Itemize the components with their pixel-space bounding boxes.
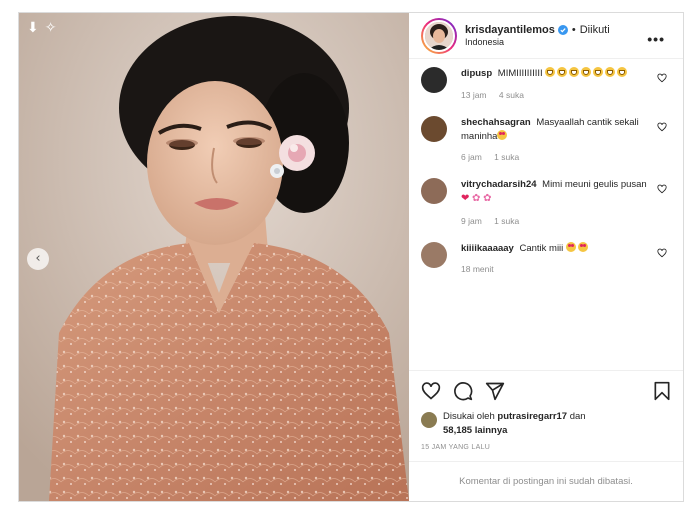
author-username[interactable]: krisdayantilemos <box>465 24 555 37</box>
comment-avatar[interactable] <box>421 67 447 93</box>
comment-time[interactable]: 6 jam <box>461 152 482 162</box>
post-sidebar: krisdayantilemos • Diikuti Indonesia •••… <box>409 13 683 501</box>
red-heart-emoji: ❤ <box>461 193 470 205</box>
chevron-left-icon[interactable]: ‹ <box>27 248 49 270</box>
verified-icon <box>557 25 568 36</box>
comment-username[interactable]: shechahsagran <box>461 117 531 128</box>
comment-item: dipusp MIMIIIIIIIIII 13 jam 4 suka <box>421 67 671 100</box>
heart-icon[interactable] <box>657 248 667 258</box>
comment-time[interactable]: 13 jam <box>461 90 487 100</box>
likes-connector: dan <box>569 410 586 422</box>
likes-prefix: Disukai oleh <box>443 410 495 422</box>
liker-username[interactable]: putrasiregarr17 <box>497 411 567 422</box>
comment-likes[interactable]: 1 suka <box>494 152 519 162</box>
heart-icon[interactable] <box>657 184 667 194</box>
comment-text: Cantik miii <box>519 242 564 254</box>
grin-emoji <box>617 67 628 77</box>
comment-time[interactable]: 9 jam <box>461 216 482 226</box>
follow-status[interactable]: Diikuti <box>580 24 610 37</box>
action-bar <box>409 369 683 410</box>
grin-emoji <box>593 67 604 77</box>
comment-text: MIMIIIIIIIIII <box>497 68 543 79</box>
comment-likes[interactable]: 4 suka <box>499 90 524 100</box>
comments-disabled-notice: Komentar di postingan ini sudah dibatasi… <box>409 461 683 501</box>
media-top-icons: ⬇ ✧ <box>27 19 56 36</box>
flower-emoji: ✿ <box>472 193 481 205</box>
grin-emoji <box>581 67 592 77</box>
comment-icon[interactable] <box>453 381 473 401</box>
flower-emoji: ✿ <box>483 193 492 205</box>
author-avatar[interactable] <box>421 17 457 54</box>
bookmark-icon[interactable] <box>653 381 671 401</box>
comment-item: kiiiikaaaaay Cantik miii 18 menit <box>421 241 671 274</box>
post-timestamp[interactable]: 15 JAM YANG LALU <box>409 438 683 451</box>
post-media[interactable]: ⬇ ✧ ‹ <box>19 13 409 501</box>
share-icon[interactable] <box>485 381 505 401</box>
comment-avatar[interactable] <box>421 241 447 268</box>
heart-eyes-emoji <box>577 241 588 252</box>
comment-time[interactable]: 18 menit <box>461 264 494 274</box>
heart-eyes-emoji <box>497 129 508 140</box>
author-avatar-image <box>425 21 453 50</box>
more-icon[interactable]: ••• <box>647 31 665 47</box>
sparkle-icon: ✧ <box>44 19 57 35</box>
post-dialog: ⬇ ✧ ‹ krisdayantilemos • Diikuti Indones… <box>18 12 684 502</box>
post-location[interactable]: Indonesia <box>465 37 610 48</box>
comment-item: vitrychadarsih24 Mimi meuni geulis pusan… <box>421 178 671 226</box>
comment-username[interactable]: kiiiikaaaaay <box>461 243 514 254</box>
post-photo <box>19 13 409 501</box>
post-header: krisdayantilemos • Diikuti Indonesia ••• <box>409 13 683 59</box>
comment-likes[interactable]: 1 suka <box>494 216 519 226</box>
comment-username[interactable]: dipusp <box>461 68 492 79</box>
liker-avatar[interactable] <box>421 411 437 428</box>
likes-summary: Disukai oleh putrasiregarr17 dan 58,185 … <box>409 410 683 439</box>
grin-emoji <box>569 67 580 77</box>
heart-icon[interactable] <box>657 73 667 83</box>
heart-eyes-emoji <box>565 241 576 252</box>
comment-text: Mimi meuni geulis pusan <box>542 179 647 191</box>
comment-avatar[interactable] <box>421 178 447 205</box>
comments-list: dipusp MIMIIIIIIIIII 13 jam 4 suka shech… <box>409 59 683 370</box>
separator-dot: • <box>571 23 576 36</box>
heart-icon[interactable] <box>657 122 667 132</box>
comment-avatar[interactable] <box>421 115 447 142</box>
arrow-down-icon: ⬇ <box>27 19 39 35</box>
grin-emoji <box>545 67 556 77</box>
comment-username[interactable]: vitrychadarsih24 <box>461 179 537 190</box>
likes-count[interactable]: 58,185 lainnya <box>443 425 507 436</box>
grin-emoji <box>605 67 616 77</box>
grin-emoji <box>557 67 568 77</box>
comment-item: shechahsagran Masyaallah cantik sekali m… <box>421 115 671 162</box>
heart-icon[interactable] <box>421 381 441 401</box>
